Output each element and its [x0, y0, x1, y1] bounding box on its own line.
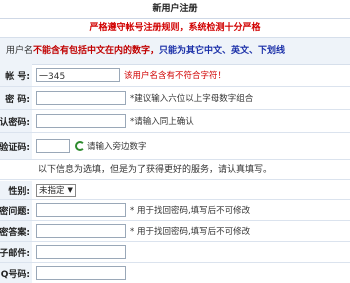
optional-info-note: 以下信息为选填，但是为了获得更好的服务，请认真填写。 — [0, 160, 350, 180]
confirm-label: 认密码: — [0, 110, 32, 132]
question-row: 密问题: * 用于找回密码,填写后不可修改 — [0, 200, 350, 221]
notice-prefix: 用户名 — [6, 46, 34, 56]
username-notice: 用户名不能含有包括中文在内的数字，只能为其它中文、英文、下划线 — [0, 37, 350, 65]
password-input[interactable] — [36, 91, 126, 105]
qq-row: Q号码: — [0, 263, 350, 283]
password-label: 密 码: — [0, 87, 32, 109]
email-row: 子邮件: — [0, 242, 350, 263]
answer-label: 密答案: — [0, 221, 32, 241]
gender-select[interactable]: 未指定 ▼ — [36, 183, 76, 197]
password-hint: *建议输入六位以上字母数字组合 — [130, 94, 254, 104]
captcha-row: 验证码: 请输入旁边数字 — [0, 133, 350, 160]
account-row: 帐 号: 该用户名含有不符合字符！ — [0, 64, 350, 87]
account-error: 该用户名含有不符合字符！ — [124, 71, 227, 81]
captcha-hint: 请输入旁边数字 — [87, 142, 147, 152]
question-label: 密问题: — [0, 200, 32, 220]
account-input[interactable] — [36, 68, 120, 82]
confirm-hint: *请输入同上确认 — [130, 117, 194, 127]
gender-row: 性别: 未指定 ▼ — [0, 181, 350, 200]
email-input[interactable] — [36, 245, 126, 259]
captcha-input[interactable] — [36, 139, 70, 153]
gender-selected: 未指定 — [39, 186, 65, 196]
notice-red-text: 不能含有包括中文在内的数字， — [33, 46, 160, 56]
notice-blue-text: 只能为其它中文、英文、下划线 — [159, 46, 286, 56]
rules-warning: 严格遵守帐号注册规则，系统检测十分严格 — [0, 19, 350, 37]
answer-hint: * 用于找回密码,填写后不可修改 — [130, 227, 251, 237]
security-answer-input[interactable] — [36, 224, 126, 238]
confirm-password-input[interactable] — [36, 114, 126, 128]
email-label: 子邮件: — [0, 242, 32, 262]
confirm-row: 认密码: *请输入同上确认 — [0, 110, 350, 133]
chevron-down-icon: ▼ — [67, 186, 73, 194]
account-label: 帐 号: — [0, 64, 32, 86]
qq-input[interactable] — [36, 266, 126, 280]
security-question-input[interactable] — [36, 203, 126, 217]
gender-label: 性别: — [0, 181, 32, 199]
page-title: 新用户注册 — [0, 0, 350, 19]
qq-label: Q号码: — [0, 263, 32, 283]
question-hint: * 用于找回密码,填写后不可修改 — [130, 206, 251, 216]
password-row: 密 码: *建议输入六位以上字母数字组合 — [0, 87, 350, 110]
captcha-label: 验证码: — [0, 133, 32, 159]
answer-row: 密答案: * 用于找回密码,填写后不可修改 — [0, 221, 350, 242]
refresh-icon[interactable] — [75, 141, 85, 151]
